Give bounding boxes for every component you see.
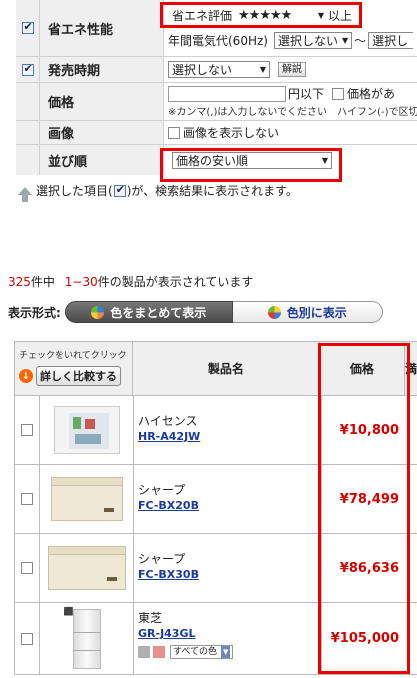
color-swatch[interactable] [153, 646, 165, 658]
mini-fridge-icon[interactable] [53, 406, 120, 454]
price-note: ※カンマ(,)は入力しないでください ハイフン(-)で区切 [168, 107, 417, 118]
product-maker: 東芝 [138, 611, 163, 625]
annual-cost-label: 年間電気代(60Hz) [168, 33, 268, 48]
chevron-down-icon: ▼ [341, 35, 349, 45]
filter-row-price: 価格 円以下 価格があ ※カンマ(,)は入力しないでください ハイフン(-)で区… [16, 83, 417, 121]
compare-checkbox[interactable] [21, 493, 33, 505]
color-cross-icon [267, 305, 281, 319]
compare-checkbox[interactable] [21, 632, 33, 645]
highlight-energy-rating [160, 2, 362, 28]
selection-note: 選択した項目( )が、検索結果に表示されます。 [18, 182, 298, 202]
product-maker: シャープ [138, 552, 186, 566]
filter-label-energy: 省エネ性能 [40, 0, 164, 56]
up-arrow-icon [18, 186, 32, 202]
hide-images-checkbox[interactable] [168, 126, 180, 139]
display-mode: 表示形式: 色をまとめて表示 色別に表示 [8, 301, 383, 323]
filter-row-release: 発売時期 選択しない▼ 解説 [16, 57, 417, 83]
all-colors-select[interactable]: すべての色 ▼ [170, 645, 234, 659]
chevron-down-icon: ▼ [221, 646, 231, 658]
annual-cost-from-select[interactable]: 選択しない ▼ [273, 31, 353, 49]
highlight-sort-select [160, 148, 342, 182]
chest-freezer-icon[interactable] [50, 477, 123, 521]
product-model-link[interactable]: HR-A42JW [138, 430, 200, 443]
filter-row-image: 画像 画像を表示しない [16, 121, 417, 145]
tall-fridge-icon[interactable]: ⬛ [63, 606, 101, 669]
filter-label-sort: 並び順 [40, 145, 164, 175]
chevron-down-icon: ▼ [259, 65, 266, 74]
compare-checkbox[interactable] [21, 424, 33, 436]
new-tag-icon: ⬛ [63, 606, 74, 616]
price-max-input[interactable] [168, 85, 286, 102]
column-header-name[interactable]: 製品名 [133, 342, 320, 395]
display-mode-grouped-button[interactable]: 色をまとめて表示 [64, 301, 233, 323]
product-maker: シャープ [138, 483, 186, 497]
filter-label-image: 画像 [40, 121, 164, 144]
product-maker: ハイセンス [138, 414, 198, 428]
product-model-link[interactable]: FC-BX30B [138, 568, 199, 581]
compare-hint: チェックをいれてクリック [19, 351, 127, 361]
compare-checkbox[interactable] [21, 562, 33, 574]
highlight-price-column [318, 343, 410, 674]
annual-cost-to-select[interactable]: 選択し [368, 31, 413, 49]
filter-label-price: 価格 [40, 83, 164, 120]
compare-button[interactable]: 詳しく比較する [36, 366, 121, 386]
energy-checkbox[interactable] [21, 20, 34, 34]
checkbox-icon [113, 183, 126, 197]
release-help-button[interactable]: 解説 [278, 62, 306, 77]
result-count: 325件中 1−30件の製品が表示されています [8, 275, 254, 289]
color-swatch[interactable] [138, 646, 150, 658]
product-model-link[interactable]: FC-BX20B [138, 499, 199, 512]
release-checkbox[interactable] [21, 62, 34, 76]
chest-freezer-icon[interactable] [47, 546, 126, 590]
display-mode-by-color-button[interactable]: 色別に表示 [232, 301, 383, 323]
color-wheel-icon [91, 305, 105, 319]
price-exists-checkbox[interactable] [332, 87, 345, 100]
product-model-link[interactable]: GR-J43GL [138, 627, 196, 640]
filter-label-release: 発売時期 [40, 57, 164, 82]
release-select[interactable]: 選択しない ▼ [168, 61, 270, 78]
curved-arrow-icon: ↓ [19, 369, 33, 383]
